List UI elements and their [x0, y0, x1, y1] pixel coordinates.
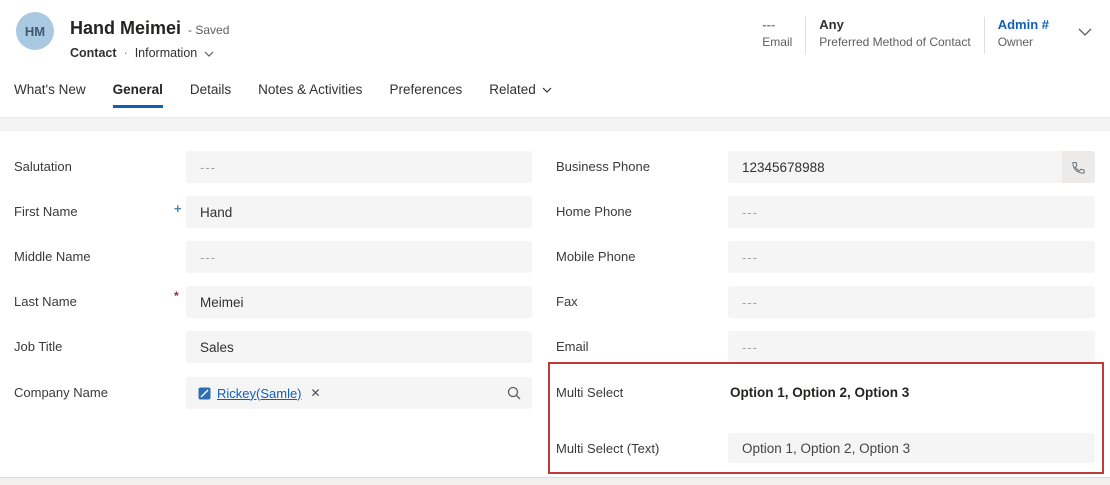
home-phone-field[interactable]: --- [728, 196, 1095, 228]
last-name-field[interactable]: Meimei [186, 286, 532, 318]
section-divider-band [0, 117, 1110, 131]
business-phone-field[interactable]: 12345678988 [728, 151, 1095, 183]
field-row: Job Title Sales Email --- [0, 331, 1110, 363]
avatar: HM [16, 12, 54, 50]
record-title-row: Hand Meimei - Saved [70, 18, 229, 39]
field-row: Last Name * Meimei Fax --- [0, 286, 1110, 318]
tab-whats-new[interactable]: What's New [14, 82, 86, 105]
salutation-label: Salutation [14, 159, 72, 174]
summary-preferred-method: Any Preferred Method of Contact [806, 17, 983, 49]
home-phone-label: Home Phone [556, 204, 632, 219]
email-field[interactable]: --- [728, 331, 1095, 363]
home-phone-placeholder: --- [742, 204, 758, 220]
business-phone-value: 12345678988 [742, 159, 825, 175]
multi-select-value[interactable]: Option 1, Option 2, Option 3 [730, 377, 909, 409]
email-placeholder: --- [742, 339, 758, 355]
company-name-lookup-field[interactable]: Rickey(Samle) ✕ [186, 377, 532, 409]
chevron-down-icon[interactable] [204, 46, 214, 60]
job-title-label: Job Title [14, 339, 63, 354]
salutation-placeholder: --- [200, 159, 216, 175]
fax-field[interactable]: --- [728, 286, 1095, 318]
job-title-value: Sales [200, 339, 234, 355]
last-name-value: Meimei [200, 294, 244, 310]
business-phone-label: Business Phone [556, 159, 650, 174]
field-row: First Name + Hand Home Phone --- [0, 196, 1110, 228]
dot-separator: · [123, 46, 128, 60]
call-phone-button[interactable] [1062, 151, 1095, 183]
mobile-phone-field[interactable]: --- [728, 241, 1095, 273]
remove-lookup-icon[interactable]: ✕ [311, 386, 321, 400]
field-row: Salutation --- Business Phone 1234567898… [0, 151, 1110, 183]
header-summary: --- Email Any Preferred Method of Contac… [749, 17, 1094, 54]
email-value[interactable]: --- [762, 17, 792, 32]
tab-related-label: Related [489, 82, 536, 97]
job-title-field[interactable]: Sales [186, 331, 532, 363]
multi-select-text-value: Option 1, Option 2, Option 3 [742, 440, 911, 456]
owner-link[interactable]: Admin # [998, 17, 1049, 32]
field-row: Multi Select (Text) Option 1, Option 2, … [0, 433, 1110, 465]
multi-select-text-field[interactable]: Option 1, Option 2, Option 3 [728, 433, 1095, 463]
field-row: Middle Name --- Mobile Phone --- [0, 241, 1110, 273]
fax-label: Fax [556, 294, 578, 309]
form-tabs: What's New General Details Notes & Activ… [14, 82, 552, 108]
collapse-header-chevron-icon[interactable] [1078, 23, 1092, 41]
record-subtitle: Contact · Information [70, 46, 214, 60]
tab-general[interactable]: General [112, 82, 163, 108]
page-title: Hand Meimei [70, 18, 182, 38]
preferred-method-value[interactable]: Any [819, 17, 970, 32]
summary-email: --- Email [749, 17, 805, 49]
email-field-label: Email [556, 339, 589, 354]
chevron-down-icon [542, 87, 552, 93]
summary-owner: Admin # Owner [985, 17, 1062, 49]
middle-name-field[interactable]: --- [186, 241, 532, 273]
tab-details[interactable]: Details [190, 82, 231, 105]
bottom-bar [0, 477, 1110, 485]
search-icon[interactable] [507, 386, 521, 403]
owner-label: Owner [997, 35, 1034, 49]
preferred-method-label: Preferred Method of Contact [819, 35, 971, 49]
phone-icon [1072, 161, 1085, 174]
last-name-label: Last Name [14, 294, 77, 309]
middle-name-placeholder: --- [200, 249, 216, 265]
tab-related[interactable]: Related [489, 82, 552, 105]
email-label: Email [762, 35, 793, 49]
first-name-label: First Name [14, 204, 78, 219]
tab-notes-activities[interactable]: Notes & Activities [258, 82, 362, 105]
form-selector[interactable]: Information [135, 46, 198, 60]
recommended-marker: + [174, 201, 182, 216]
first-name-value: Hand [200, 204, 233, 220]
tab-preferences[interactable]: Preferences [389, 82, 462, 105]
multi-select-text-label: Multi Select (Text) [556, 441, 660, 456]
first-name-field[interactable]: Hand [186, 196, 532, 228]
mobile-phone-label: Mobile Phone [556, 249, 636, 264]
entity-label: Contact [70, 46, 117, 60]
save-status: - Saved [188, 23, 230, 37]
multi-select-label: Multi Select [556, 385, 624, 400]
field-row: Company Name Rickey(Samle) ✕ Multi Selec… [0, 377, 1110, 409]
mobile-phone-placeholder: --- [742, 249, 758, 265]
fax-placeholder: --- [742, 294, 758, 310]
salutation-field[interactable]: --- [186, 151, 532, 183]
middle-name-label: Middle Name [14, 249, 91, 264]
required-marker: * [174, 289, 179, 303]
contact-record-page: HM Hand Meimei - Saved Contact · Informa… [0, 0, 1110, 485]
company-lookup-link[interactable]: Rickey(Samle) [217, 386, 302, 401]
account-entity-icon [198, 387, 211, 400]
company-name-label: Company Name [14, 385, 108, 400]
